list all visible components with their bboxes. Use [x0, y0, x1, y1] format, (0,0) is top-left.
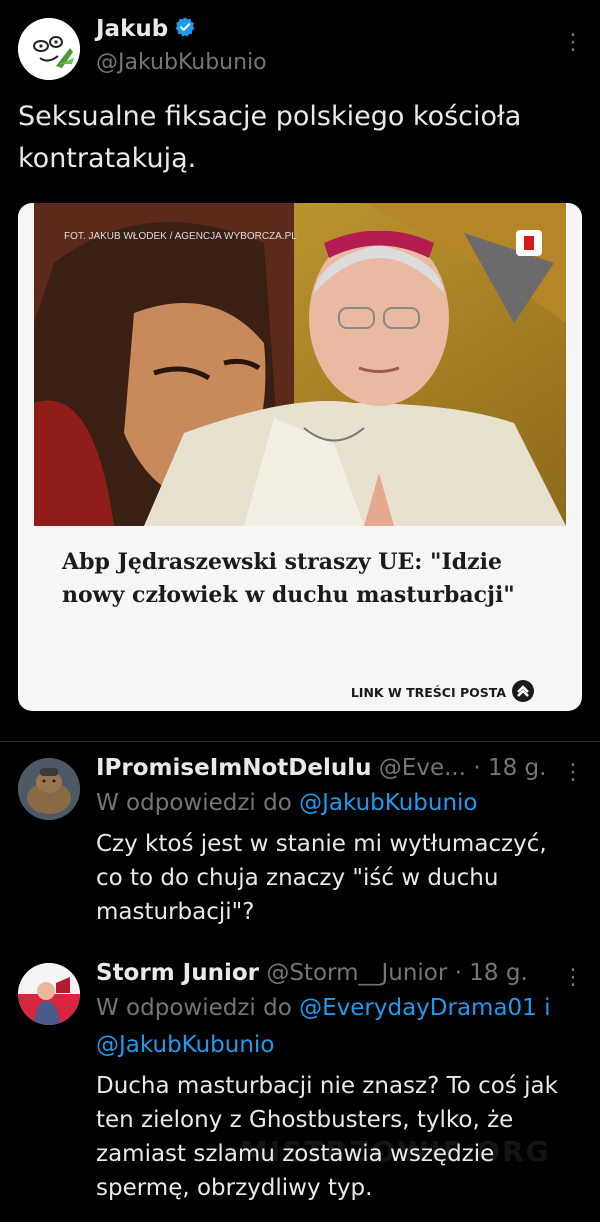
reply-to-link[interactable]: @EverydayDrama01 i	[299, 995, 550, 1021]
reply-to-link[interactable]: @JakubKubunio	[299, 790, 477, 816]
tweet-text: Seksualne fiksacje polskiego kościoła ko…	[18, 101, 522, 174]
reply-avatar-2[interactable]	[18, 963, 80, 1025]
author-handle[interactable]: @JakubKubunio	[96, 50, 267, 75]
reply-author-name[interactable]: IPromiseImNotDelulu	[96, 755, 371, 781]
more-vertical-icon[interactable]: ⋮	[562, 965, 584, 990]
chevron-up-icon	[512, 680, 534, 705]
capybara-avatar-image	[18, 758, 80, 820]
link-card[interactable]: FOT. JAKUB WŁODEK / AGENCJA WYBORCZA.PL …	[18, 203, 582, 711]
card-footer: LINK W TREŚCI POSTA	[351, 680, 534, 705]
reply-text: Czy ktoś jest w stanie mi wytłumaczyć, c…	[96, 831, 547, 925]
reply-avatar-1[interactable]	[18, 758, 80, 820]
reply-author-handle[interactable]: @Storm__Junior	[266, 960, 447, 986]
card-footer-label: LINK W TREŚCI POSTA	[350, 685, 506, 700]
more-vertical-icon[interactable]: ⋮	[562, 760, 584, 785]
article-headline: Abp Jędraszewski straszy UE: "Idzie nowy…	[62, 549, 515, 608]
author-avatar[interactable]	[18, 18, 80, 80]
article-photo: FOT. JAKUB WŁODEK / AGENCJA WYBORCZA.PL	[34, 203, 566, 526]
reply-time[interactable]: · 18 g.	[455, 960, 528, 986]
more-vertical-icon[interactable]: ⋮	[562, 30, 584, 55]
divider	[0, 741, 600, 742]
bookmark-icon	[516, 230, 542, 256]
reply-context-label: W odpowiedzi do	[96, 790, 292, 816]
meme-face-avatar-image	[18, 18, 80, 80]
reply-to-link-2[interactable]: @JakubKubunio	[96, 1032, 274, 1058]
reply-time[interactable]: · 18 g.	[473, 755, 546, 781]
watermark: MISTRZOWIE.ORG	[240, 1135, 551, 1168]
child-flag-avatar-image	[18, 963, 80, 1025]
reply-author-name[interactable]: Storm Junior	[96, 960, 259, 986]
photo-credit: FOT. JAKUB WŁODEK / AGENCJA WYBORCZA.PL	[64, 231, 297, 242]
reply-author-handle[interactable]: @Eve...	[379, 755, 466, 781]
verified-badge-icon	[174, 16, 196, 42]
reply-context-label: W odpowiedzi do	[96, 995, 292, 1021]
author-name[interactable]: Jakub	[96, 16, 168, 42]
